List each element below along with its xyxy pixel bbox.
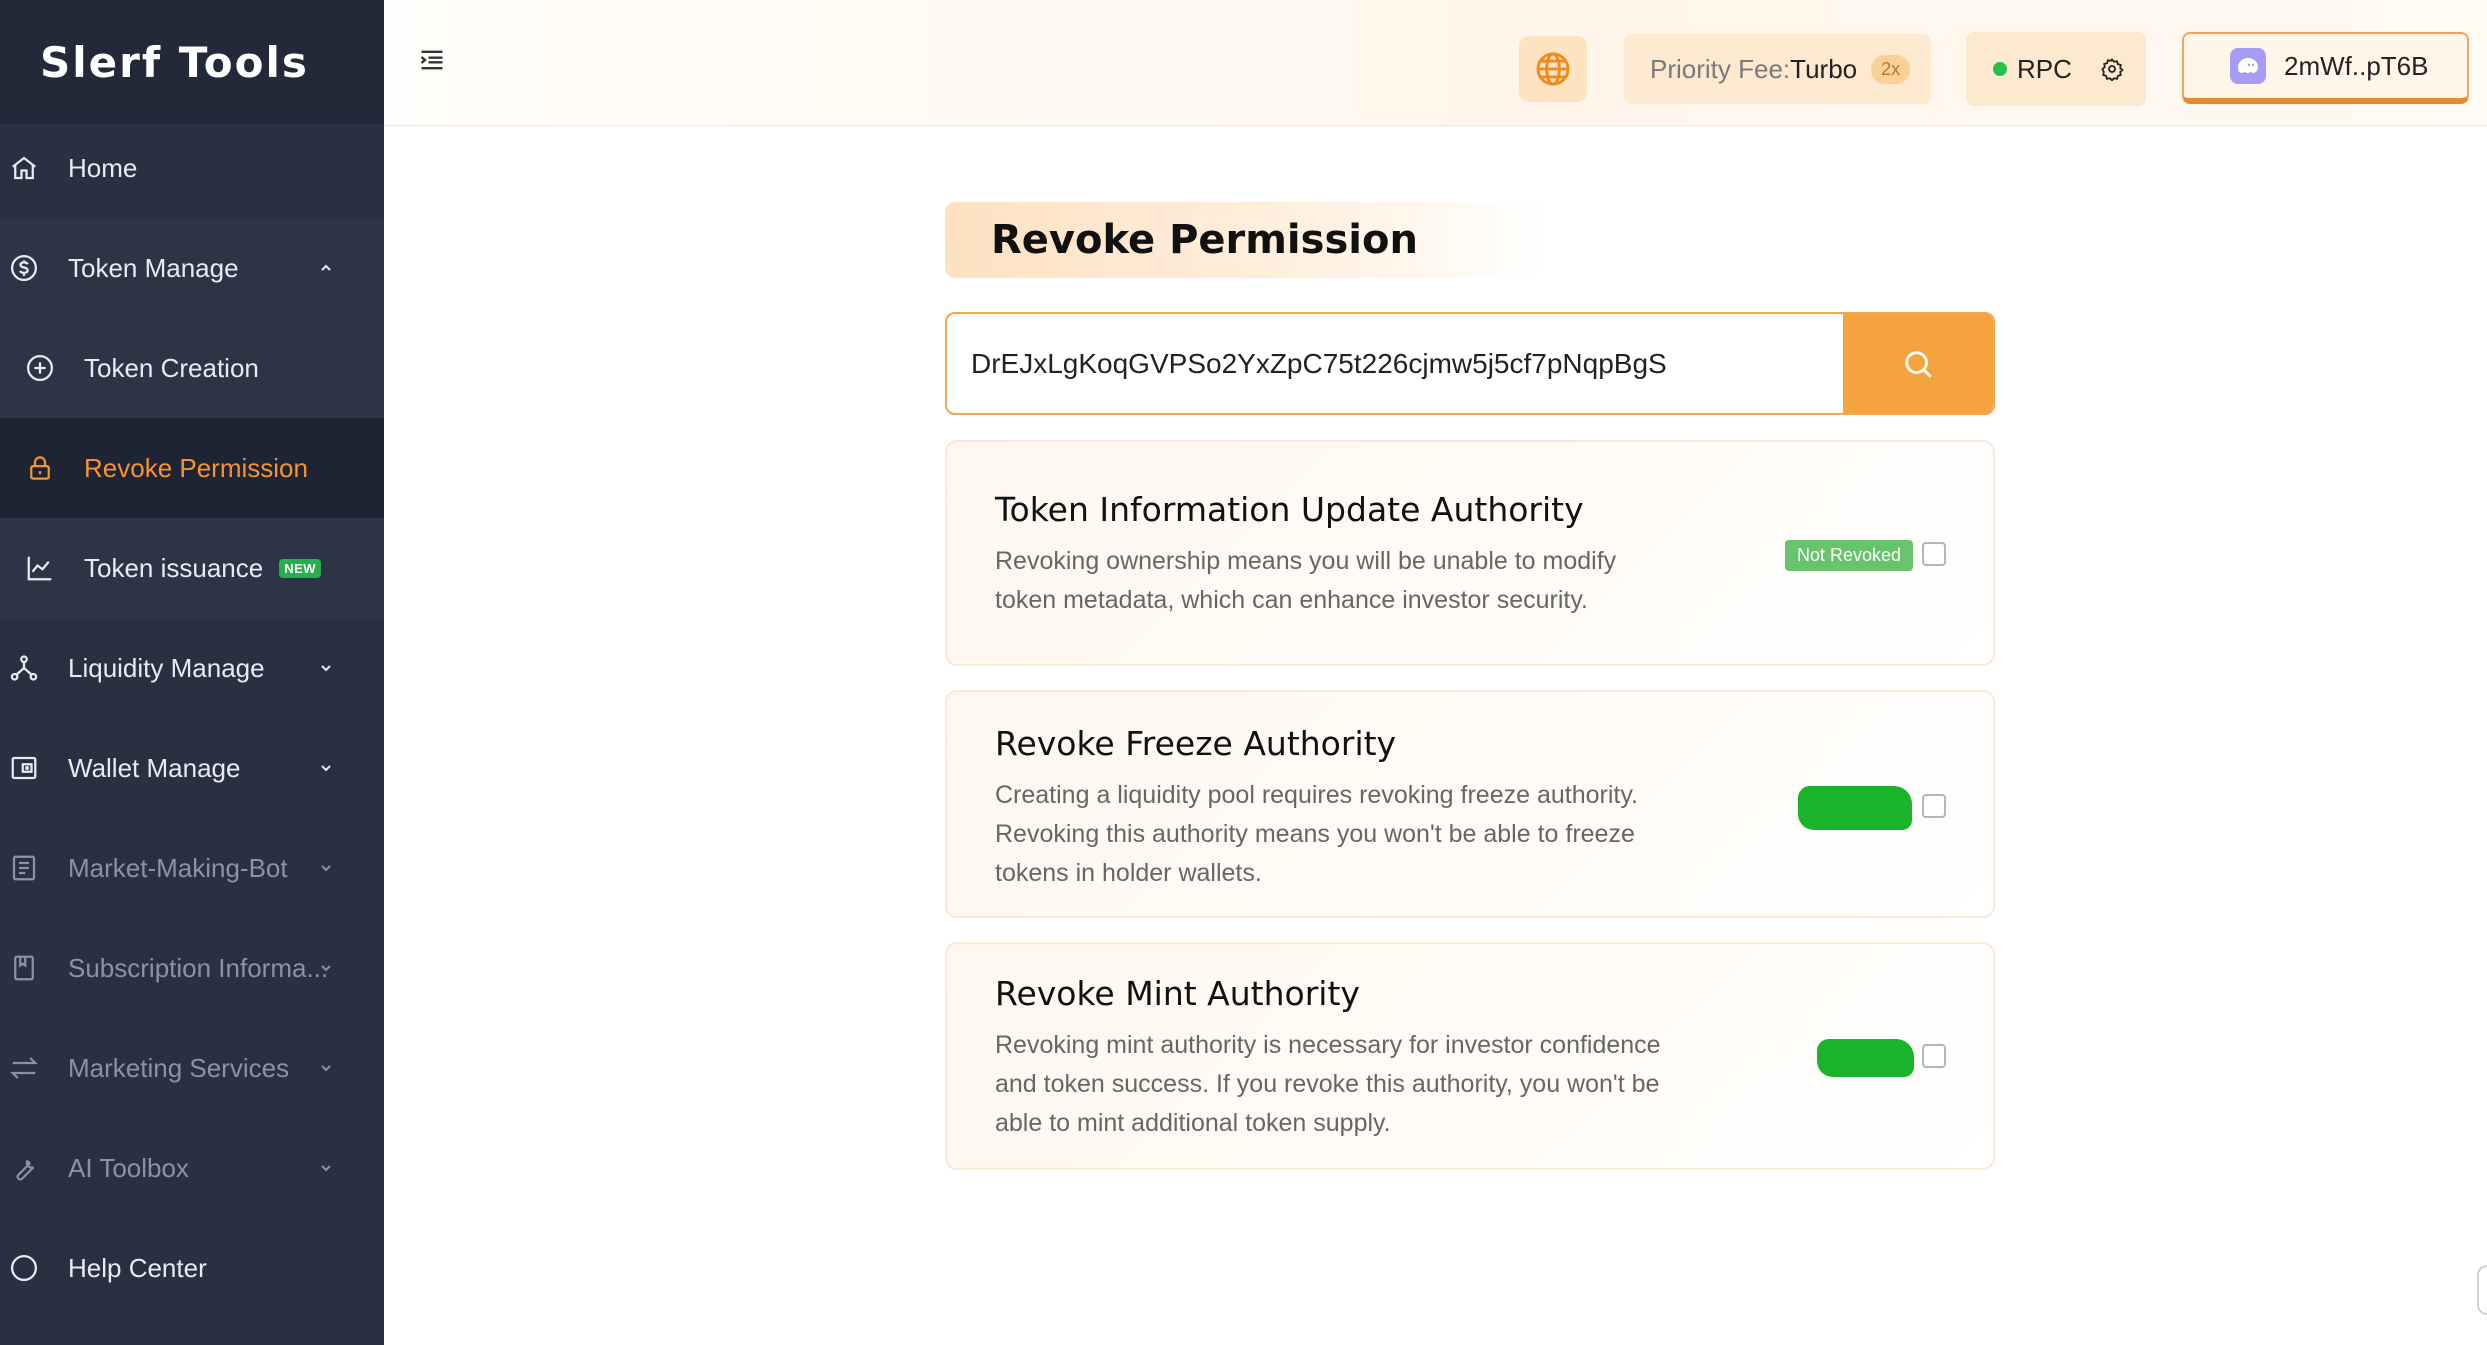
logo[interactable]: Slerf Tools: [0, 0, 384, 124]
chevron-down-icon: [321, 665, 331, 672]
scroll-handle[interactable]: [2477, 1265, 2487, 1315]
search-button[interactable]: [1843, 314, 1993, 413]
sidebar-item-ai-toolbox[interactable]: AI Toolbox: [0, 1118, 384, 1218]
new-badge: NEW: [279, 558, 322, 578]
wrench-icon: [0, 1153, 48, 1183]
wallet-address: 2mWf..pT6B: [2284, 50, 2429, 81]
chevron-down-icon: [321, 1165, 331, 1172]
sidebar-item-label: Liquidity Manage: [68, 652, 265, 683]
sidebar-item-token-issuance[interactable]: Token issuance NEW: [0, 518, 384, 618]
home-icon: [0, 153, 48, 183]
chevron-down-icon: [321, 865, 331, 872]
chevron-up-icon: [321, 264, 331, 271]
page-title-box: Revoke Permission: [945, 202, 1545, 278]
sidebar-item-token-manage[interactable]: Token Manage: [0, 218, 384, 318]
chevron-down-icon: [321, 765, 331, 772]
lock-icon: [16, 453, 64, 483]
plus-circle-icon: [16, 353, 64, 383]
status-badge: Not Revoked: [1785, 540, 1914, 571]
sidebar-item-label: Token Creation: [84, 352, 259, 383]
token-address-input[interactable]: [947, 314, 1843, 413]
sidebar-item-label: AI Toolbox: [68, 1152, 189, 1183]
sidebar-item-token-creation[interactable]: Token Creation: [0, 318, 384, 418]
globe-icon: [1536, 52, 1570, 86]
help-icon: [0, 1253, 48, 1283]
freeze-authority-card: Revoke Freeze Authority Creating a liqui…: [945, 690, 1995, 918]
redacted-status-mark: [1817, 1039, 1914, 1077]
sidebar-item-label: Market-Making-Bot: [68, 852, 288, 883]
swap-icon: [0, 1053, 48, 1083]
sidebar-item-label: Token Manage: [68, 252, 239, 283]
card-title: Revoke Mint Authority: [995, 974, 1360, 1013]
redacted-status-mark: [1798, 786, 1912, 830]
sidebar-item-label: Help Center: [68, 1252, 207, 1283]
priority-fee-multiplier: 2x: [1871, 54, 1911, 84]
wallet-button[interactable]: 2mWf..pT6B: [2182, 32, 2469, 104]
priority-fee-button[interactable]: Priority Fee: Turbo 2x: [1624, 34, 1931, 104]
top-header: Priority Fee: Turbo 2x RPC 2mWf..pT6B: [384, 0, 2487, 126]
card-title: Token Information Update Authority: [995, 490, 1584, 529]
sidebar-item-label: Revoke Permission: [84, 452, 308, 483]
chevron-down-icon: [321, 1065, 331, 1072]
wallet-icon: [0, 753, 48, 783]
bookmark-icon: [0, 953, 48, 983]
sidebar-item-label: Marketing Services: [68, 1052, 290, 1083]
chevron-down-icon: [321, 965, 331, 972]
sidebar-item-market-making-bot[interactable]: Market-Making-Bot: [0, 818, 384, 918]
menu-collapse-icon[interactable]: [418, 46, 446, 74]
language-button[interactable]: [1519, 36, 1587, 102]
search-icon: [1905, 350, 1932, 378]
sidebar-nav: Home Token Manage Token Creation Revoke …: [0, 118, 384, 1318]
sidebar-item-wallet-manage[interactable]: Wallet Manage: [0, 718, 384, 818]
sidebar-item-marketing-services[interactable]: Marketing Services: [0, 1018, 384, 1118]
update-authority-card: Token Information Update Authority Revok…: [945, 440, 1995, 666]
token-address-search: [945, 312, 1995, 415]
rpc-button[interactable]: RPC: [1966, 32, 2146, 106]
card-description: Revoking ownership means you will be una…: [995, 547, 1617, 614]
priority-fee-label: Priority Fee:: [1650, 53, 1791, 84]
mint-authority-checkbox[interactable]: [1922, 1044, 1946, 1068]
sidebar-item-home[interactable]: Home: [0, 118, 384, 218]
sidebar-item-label: Home: [68, 152, 138, 183]
update-authority-checkbox[interactable]: [1922, 542, 1946, 566]
card-description: Revoking mint authority is necessary for…: [995, 1031, 1661, 1137]
gear-icon[interactable]: [2100, 57, 2124, 81]
phantom-wallet-icon: [2230, 48, 2266, 84]
token-manage-submenu: Token Creation Revoke Permission Token i…: [0, 318, 384, 618]
freeze-authority-checkbox[interactable]: [1922, 794, 1946, 818]
sidebar-item-label: Wallet Manage: [68, 752, 241, 783]
priority-fee-value: Turbo: [1790, 53, 1858, 84]
bot-icon: [0, 853, 48, 883]
logo-text: Slerf Tools: [40, 37, 309, 87]
sidebar-item-label: Subscription Informa...: [68, 952, 329, 983]
card-description: Creating a liquidity pool requires revok…: [995, 781, 1638, 887]
sidebar: Slerf Tools Home Token Manage Token Crea…: [0, 0, 384, 1345]
sidebar-item-subscription[interactable]: Subscription Informa...: [0, 918, 384, 1018]
rpc-label: RPC: [2017, 53, 2072, 84]
sidebar-item-revoke-permission[interactable]: Revoke Permission: [0, 418, 384, 518]
mint-authority-card: Revoke Mint Authority Revoking mint auth…: [945, 942, 1995, 1170]
rpc-status-dot: [1993, 62, 2007, 76]
sidebar-item-help-center[interactable]: Help Center: [0, 1218, 384, 1318]
network-icon: [0, 653, 48, 683]
card-title: Revoke Freeze Authority: [995, 724, 1397, 763]
sidebar-item-liquidity-manage[interactable]: Liquidity Manage: [0, 618, 384, 718]
dollar-circle-icon: [0, 253, 48, 283]
sidebar-item-label: Token issuance: [84, 552, 264, 583]
chart-line-icon: [16, 553, 64, 583]
page-title: Revoke Permission: [991, 217, 1418, 263]
